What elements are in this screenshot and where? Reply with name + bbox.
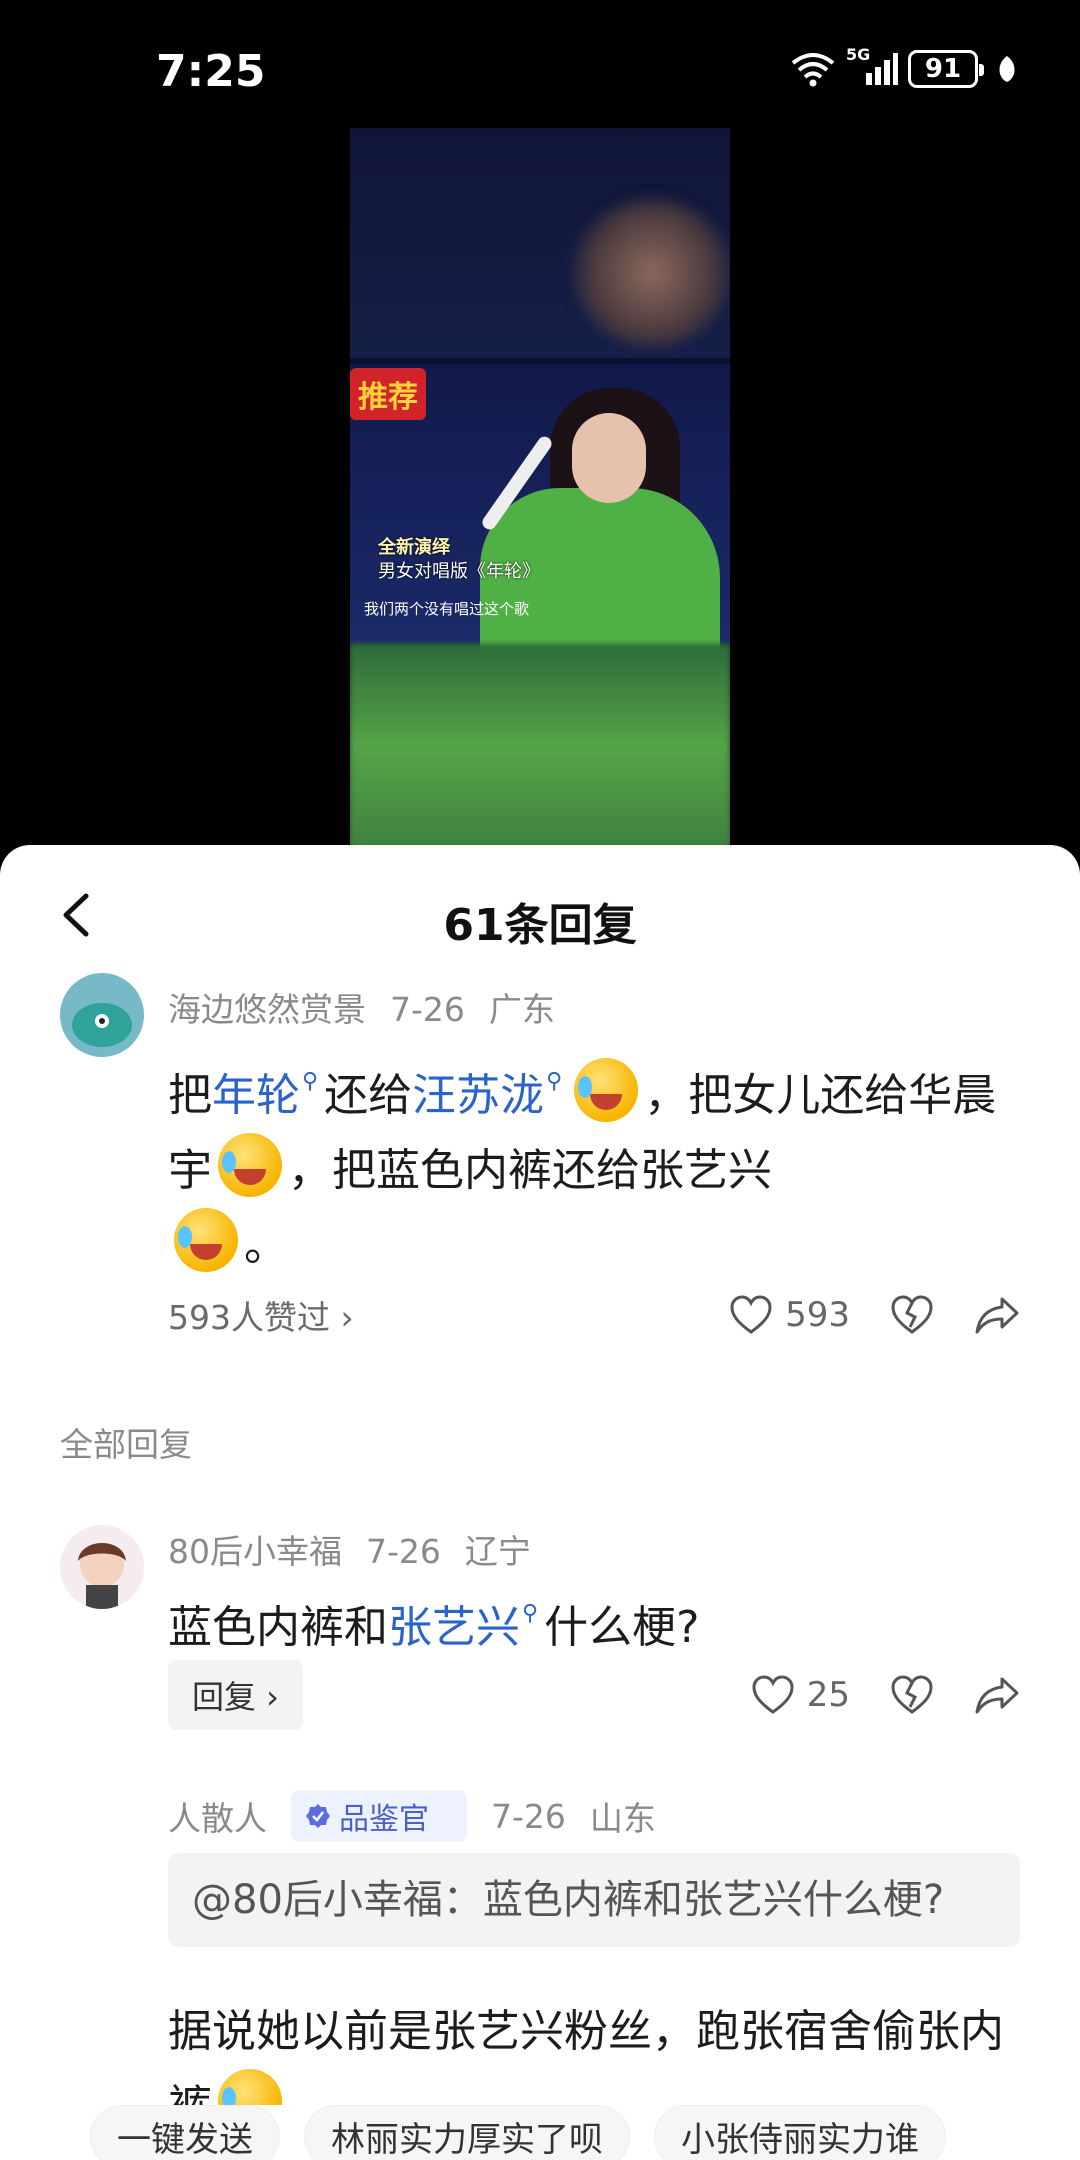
reply-date: 7-26 [491,1796,566,1836]
text-segment: 。 [244,1220,288,1271]
likers-link[interactable]: 593人赞过 › [168,1291,354,1339]
reply-actions: 回复 › 25 [168,1660,1020,1730]
laugh-cry-emoji-icon [574,1058,639,1122]
share-icon [975,1677,1019,1714]
avatar[interactable] [60,973,144,1057]
quick-reply-chip[interactable]: 林丽实力厚实了呗 [304,2105,630,2160]
avatar[interactable] [60,1525,144,1609]
overlay-line-2: 男女对唱版《年轮》 [378,561,540,582]
share-icon [975,1297,1019,1334]
status-icons: 5G 91 [790,45,1018,88]
video-subtitle: 我们两个没有唱过这个歌 [364,600,530,618]
status-time: 7:25 [156,46,266,97]
search-icon: ⚲ [302,1069,319,1094]
replies-sheet: 61条回复 海边悠然赏景 7-26 广东 把年轮⚲ 还给汪苏泷⚲ ，把女儿还给华晨宇 ，把… [0,845,1080,2160]
blurred-face [572,198,730,348]
video-overlay-text: 全新演绎 男女对唱版《年轮》 [378,536,540,584]
battery-level: 91 [924,54,962,84]
laugh-cry-emoji-icon [218,1133,282,1197]
network-label: 5G [846,45,871,64]
text-segment: 什么梗? [544,1602,700,1653]
status-bar: 7:25 5G 91 [0,0,1080,140]
quick-reply-bar: 一键发送 林丽实力厚实了呗 小张侍丽实力谁 [0,2105,1080,2160]
verified-check-icon [306,1804,330,1828]
singer-face [572,413,646,503]
dislike-button[interactable] [890,1675,934,1715]
topic-link[interactable]: 张艺兴 [388,1602,520,1653]
search-icon: ⚲ [546,1069,563,1094]
reply-button[interactable]: 回复 › [168,1660,303,1730]
sheet-title: 61条回复 [443,900,637,951]
text-segment: 还给 [324,1070,413,1121]
reply-date: 7-26 [366,1532,441,1571]
overlay-line-1: 全新演绎 [378,537,450,558]
text-segment: ，把蓝色内裤还给张艺兴 [288,1145,772,1196]
like-count: 593 [785,1295,850,1335]
like-count: 25 [806,1675,850,1715]
role-badge: 品鉴官 [291,1790,467,1842]
broken-heart-icon [891,1675,933,1714]
topic-link[interactable]: 年轮 [212,1070,300,1121]
role-badge-label: 品鉴官 [339,1802,429,1837]
reply-username[interactable]: 人散人 [168,1792,267,1840]
quick-reply-chip[interactable]: 一键发送 [90,2105,280,2160]
quick-reply-chip[interactable]: 小张侍丽实力谁 [654,2105,946,2160]
reply-username[interactable]: 80后小幸福 [168,1532,342,1571]
blurred-region [350,644,730,848]
reply-location: 辽宁 [464,1532,531,1571]
reply-meta: 人散人 品鉴官 7-26 山东 [168,1790,680,1842]
all-replies-label: 全部回复 [60,1425,192,1464]
text-segment: 蓝色内裤和 [168,1602,388,1653]
share-button[interactable] [974,1295,1020,1335]
reply-text: 蓝色内裤和张艺兴⚲ 什么梗? [168,1577,1008,1665]
like-button[interactable]: 25 [751,1675,850,1715]
comment-text: 把年轮⚲ 还给汪苏泷⚲ ，把女儿还给华晨宇 ，把蓝色内裤还给张艺兴。 [168,1045,1008,1283]
video-player[interactable]: 推荐 全新演绎 男女对唱版《年轮》 我们两个没有唱过这个歌 [350,128,730,848]
signal-icon: 5G [846,45,898,87]
laugh-cry-emoji-icon [174,1208,238,1272]
heart-icon [730,1295,772,1334]
share-button[interactable] [974,1675,1020,1715]
sheet-header: 61条回复 [0,845,1080,975]
reply-location: 山东 [589,1799,656,1838]
comment-date: 7-26 [390,990,465,1029]
leaf-icon [996,54,1018,84]
like-button[interactable]: 593 [729,1295,850,1335]
comment-actions: 593人赞过 › 593 [168,1280,1020,1350]
comment-location: 广东 [488,990,555,1029]
show-logo: 推荐 [350,368,426,420]
search-icon: ⚲ [522,1601,539,1626]
text-segment: 把 [168,1070,212,1121]
dislike-button[interactable] [890,1295,934,1335]
battery-icon: 91 [908,50,984,88]
heart-icon [752,1675,794,1714]
comment-username[interactable]: 海边悠然赏景 [168,990,366,1029]
broken-heart-icon [891,1295,933,1334]
wifi-icon [790,51,836,87]
topic-link[interactable]: 汪苏泷 [412,1070,544,1121]
comment-meta: 海边悠然赏景 7-26 广东 [168,983,579,1031]
quoted-reply: @80后小幸福：蓝色内裤和张艺兴什么梗? [168,1853,1020,1947]
reply-meta: 80后小幸福 7-26 辽宁 [168,1525,555,1573]
